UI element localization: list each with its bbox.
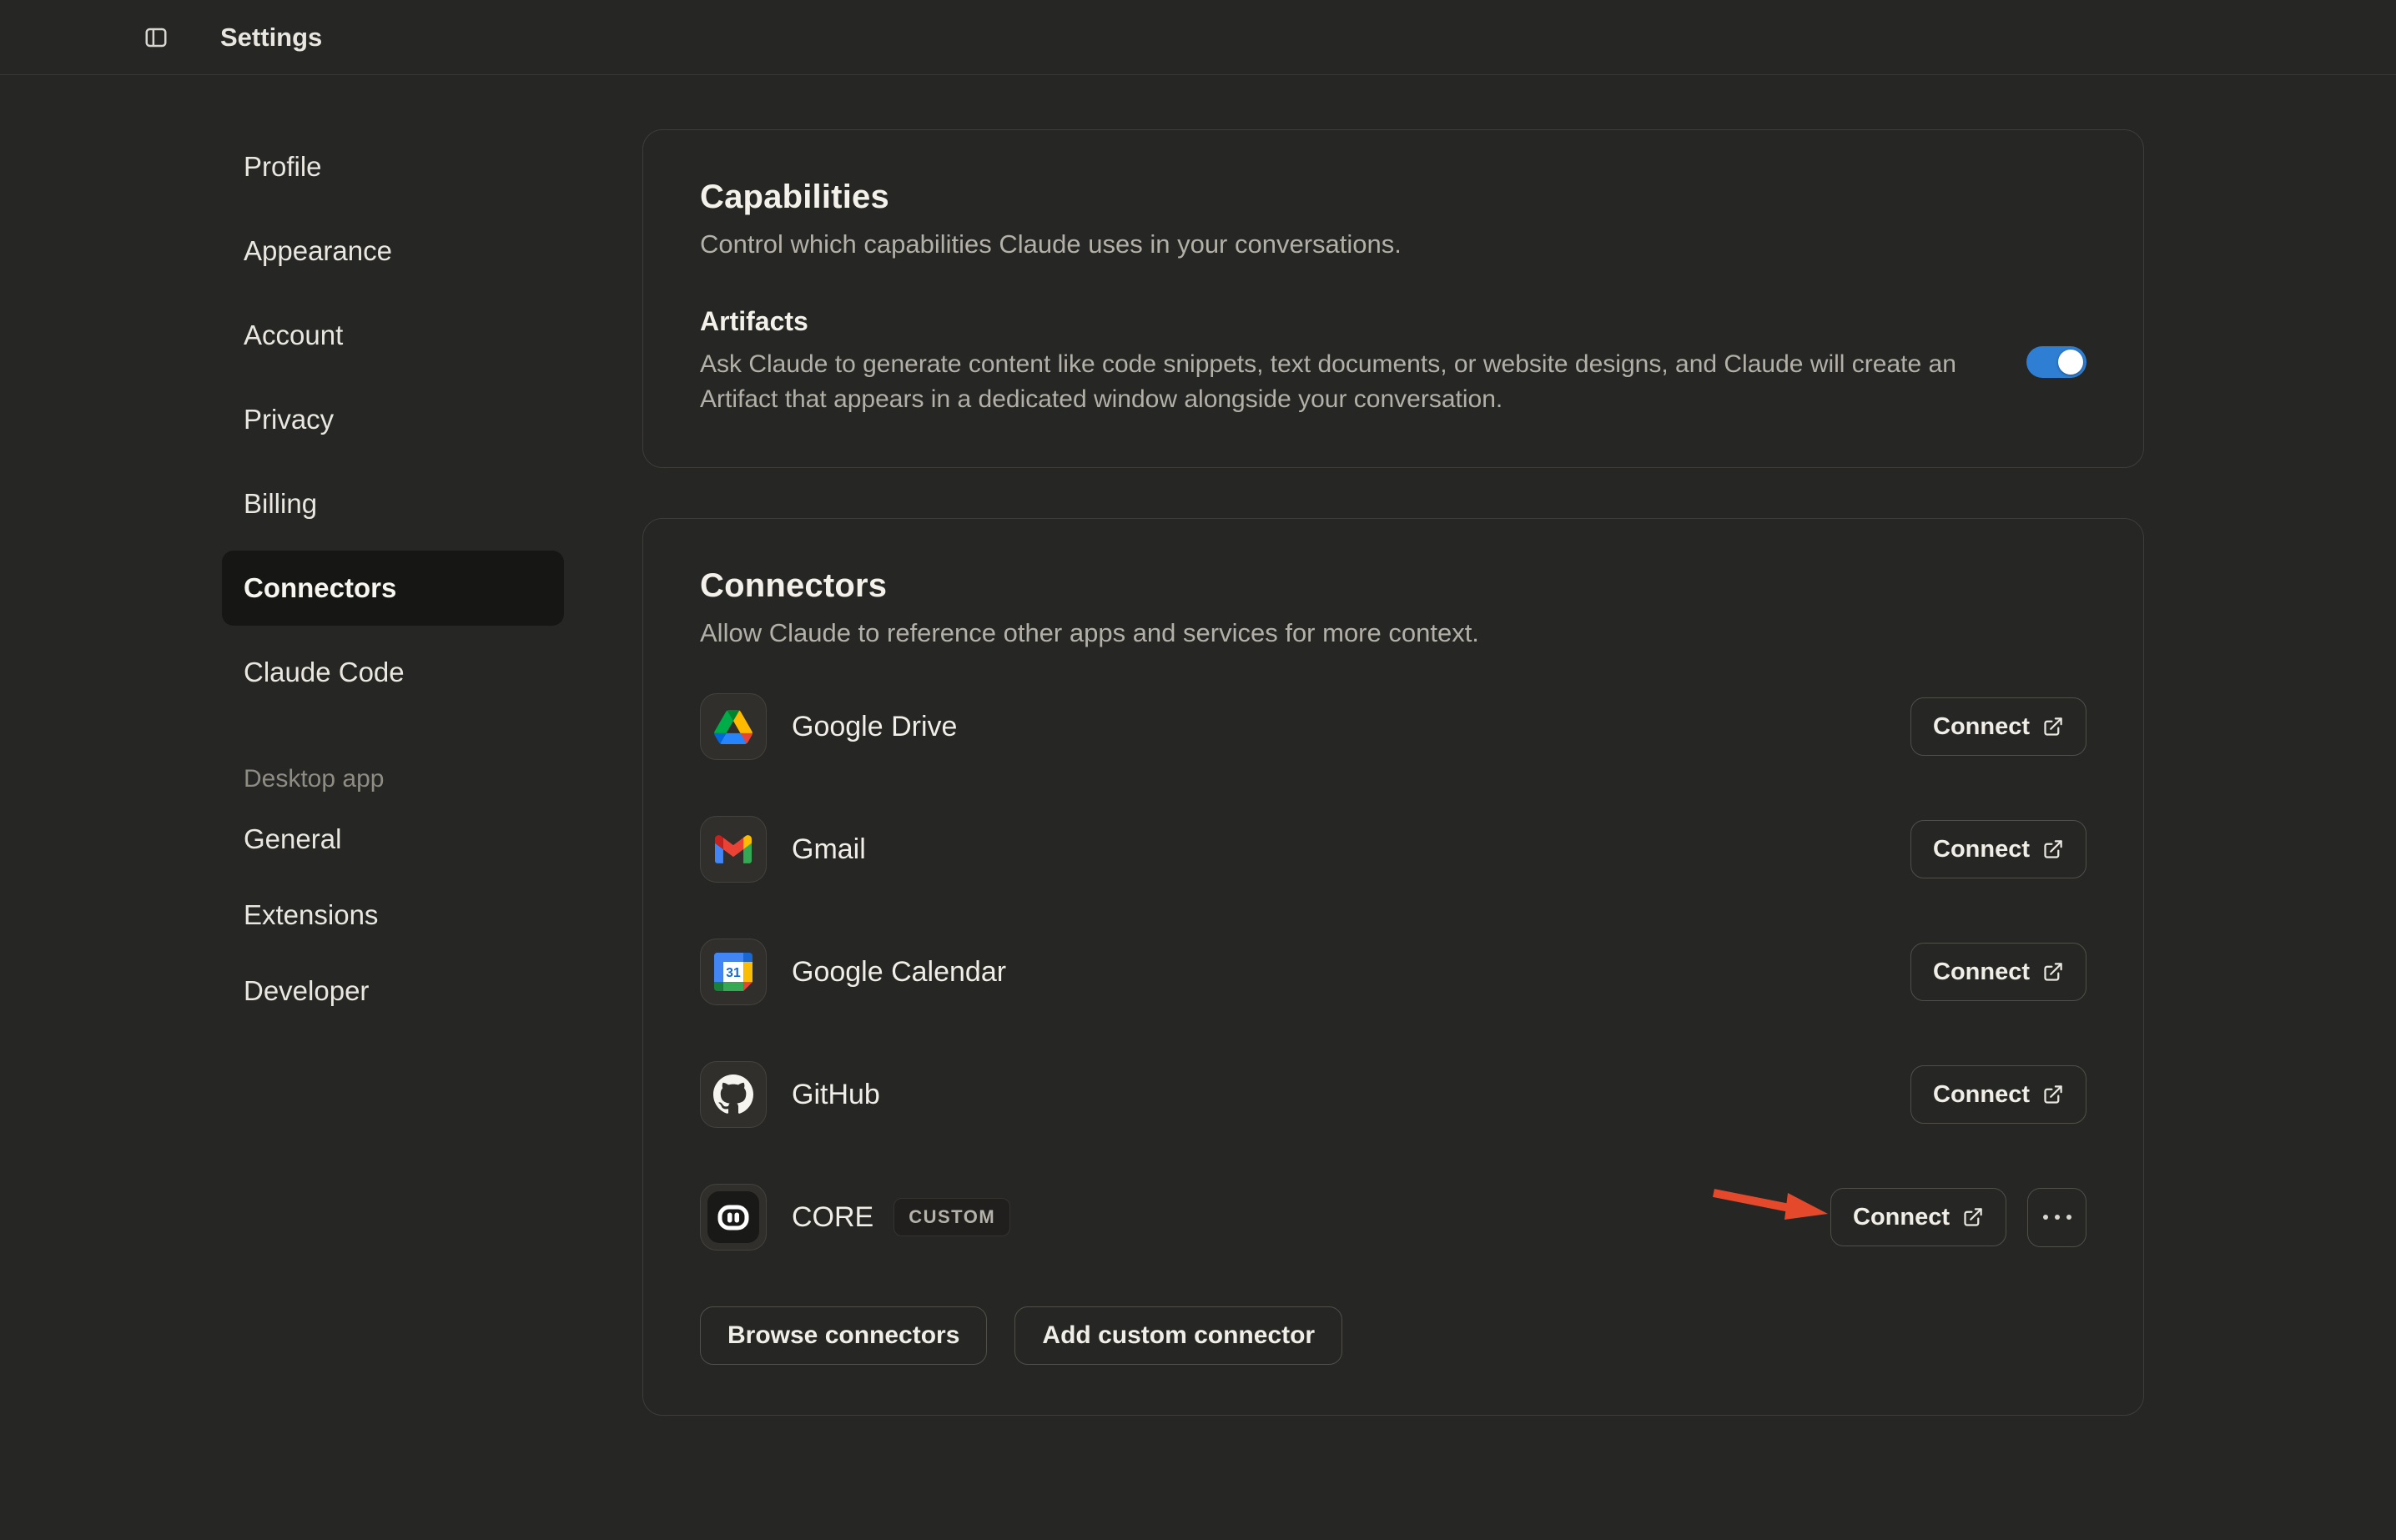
connect-label: Connect [1933, 959, 2030, 986]
artifacts-setting-row: Artifacts Ask Claude to generate content… [700, 306, 2086, 417]
connector-row-google-calendar: 31 Google Calendar Connect [700, 939, 2086, 1005]
connect-label: Connect [1933, 713, 2030, 741]
sidebar-item-appearance[interactable]: Appearance [222, 214, 564, 289]
connect-button-core[interactable]: Connect [1830, 1188, 2006, 1246]
sidebar-toggle-icon[interactable] [142, 25, 170, 50]
connect-label: Connect [1933, 1081, 2030, 1109]
connector-name: Google Drive [792, 711, 957, 743]
topbar: Settings [0, 0, 2396, 75]
connectors-title: Connectors [700, 567, 2086, 605]
connectors-card: Connectors Allow Claude to reference oth… [642, 518, 2144, 1416]
external-link-icon [2041, 838, 2064, 861]
google-calendar-icon: 31 [700, 939, 767, 1005]
custom-badge: CUSTOM [893, 1198, 1010, 1236]
toggle-knob [2058, 350, 2083, 375]
connect-button-gmail[interactable]: Connect [1910, 820, 2086, 878]
google-drive-icon [700, 693, 767, 760]
github-icon [700, 1061, 767, 1128]
artifacts-text: Artifacts Ask Claude to generate content… [700, 306, 1960, 417]
sidebar-item-claude-code[interactable]: Claude Code [222, 635, 564, 710]
core-icon [700, 1184, 767, 1251]
connector-row-gmail: Gmail Connect [700, 816, 2086, 883]
ellipsis-icon [2043, 1215, 2048, 1220]
sidebar-item-billing[interactable]: Billing [222, 466, 564, 541]
connect-label: Connect [1933, 836, 2030, 863]
sidebar-item-account[interactable]: Account [222, 298, 564, 373]
settings-sidebar: Profile Appearance Account Privacy Billi… [222, 75, 564, 1034]
sidebar-item-general[interactable]: General [222, 806, 564, 873]
gmail-icon [700, 816, 767, 883]
external-link-icon [2041, 961, 2064, 984]
artifacts-description: Ask Claude to generate content like code… [700, 347, 1960, 417]
browse-connectors-button[interactable]: Browse connectors [700, 1306, 987, 1365]
connectors-subtitle: Allow Claude to reference other apps and… [700, 618, 2086, 648]
capabilities-title: Capabilities [700, 179, 2086, 216]
connectors-footer: Browse connectors Add custom connector [700, 1306, 2086, 1365]
connector-name: GitHub [792, 1079, 880, 1111]
external-link-icon [2041, 716, 2064, 738]
sidebar-item-privacy[interactable]: Privacy [222, 382, 564, 457]
sidebar-item-profile[interactable]: Profile [222, 129, 564, 204]
connector-name: Google Calendar [792, 956, 1006, 989]
capabilities-subtitle: Control which capabilities Claude uses i… [700, 229, 2086, 259]
settings-page: Settings Profile Appearance Account Priv… [0, 0, 2396, 1540]
connect-button-github[interactable]: Connect [1910, 1065, 2086, 1124]
connector-row-google-drive: Google Drive Connect [700, 693, 2086, 760]
connector-row-github: GitHub Connect [700, 1061, 2086, 1128]
core-more-options-button[interactable] [2027, 1188, 2086, 1247]
connectors-list: Google Drive Connect [700, 693, 2086, 1365]
sidebar-item-developer[interactable]: Developer [222, 958, 564, 1024]
settings-main: Capabilities Control which capabilities … [642, 75, 2144, 1416]
sidebar-item-connectors[interactable]: Connectors [222, 551, 564, 626]
connector-row-core: CORE CUSTOM Connect [700, 1184, 2086, 1251]
core-icon-inner [707, 1191, 759, 1243]
connect-button-google-calendar[interactable]: Connect [1910, 943, 2086, 1001]
capabilities-card: Capabilities Control which capabilities … [642, 129, 2144, 468]
connector-name: Gmail [792, 833, 866, 866]
external-link-icon [2041, 1084, 2064, 1106]
artifacts-title: Artifacts [700, 306, 1960, 337]
svg-text:31: 31 [726, 966, 741, 980]
page-title: Settings [220, 23, 322, 53]
sidebar-item-extensions[interactable]: Extensions [222, 882, 564, 949]
connect-label: Connect [1853, 1204, 1950, 1231]
connect-button-google-drive[interactable]: Connect [1910, 697, 2086, 756]
sidebar-section-desktop-app: Desktop app [222, 762, 564, 797]
connector-name: CORE [792, 1201, 873, 1234]
add-custom-connector-button[interactable]: Add custom connector [1014, 1306, 1342, 1365]
external-link-icon [1961, 1206, 1984, 1229]
artifacts-toggle[interactable] [2026, 346, 2086, 378]
